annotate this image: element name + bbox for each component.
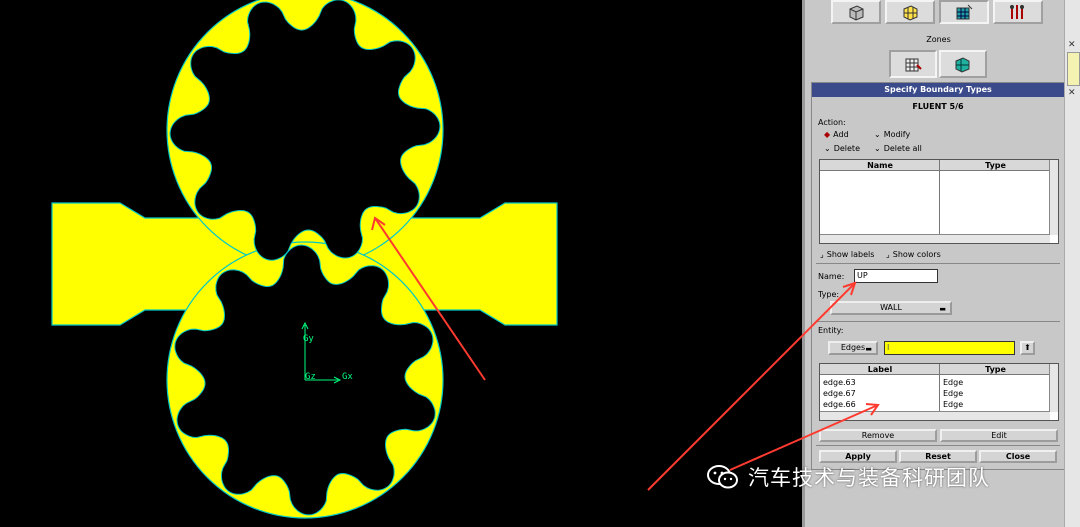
radio-unselected-icon: ⌄ (874, 144, 881, 153)
divider (816, 321, 1060, 322)
axis-label-gy: Gy (303, 334, 314, 344)
dropdown-arrow-icon: ▬ (939, 305, 946, 313)
watermark-text: 汽车技术与装备科研团队 (748, 466, 990, 490)
side-strip: ✕ ✕ (1064, 0, 1080, 527)
tools-button[interactable] (993, 0, 1043, 24)
radio-unselected-icon: ⌄ (824, 144, 831, 153)
cube-icon (849, 5, 864, 21)
specify-boundary-dialog: Specify Boundary Types FLUENT 5/6 Action… (811, 82, 1065, 470)
checkbox-icon: ⌟ (820, 250, 824, 259)
wechat-icon (707, 465, 738, 489)
dropdown-arrow-icon: ▬ (865, 345, 872, 353)
action-modify-radio[interactable]: ⌄ Modify (874, 130, 910, 139)
continuum-cube-icon (955, 57, 970, 73)
specify-continuum-button[interactable] (939, 50, 987, 78)
mesh-button[interactable] (885, 0, 935, 24)
action-delete-all-label: Delete all (883, 144, 922, 153)
zones-label: Zones (926, 35, 951, 44)
column-header-label: Label (820, 364, 940, 375)
show-labels-label: Show labels (826, 250, 875, 259)
show-colors-checkbox[interactable]: ⌟ Show colors (886, 250, 941, 259)
control-panel: Zones Specify Boundary Types FLUENT 5/6 … (802, 0, 1072, 527)
radio-unselected-icon: ⌄ (874, 130, 881, 139)
zones-button[interactable] (939, 0, 989, 24)
checkbox-icon: ⌟ (886, 250, 890, 259)
zones-toolbar (889, 50, 987, 78)
boundary-grid-icon (905, 58, 922, 72)
show-labels-checkbox[interactable]: ⌟ Show labels (820, 250, 874, 259)
specify-boundary-button[interactable] (889, 50, 937, 78)
entity-label: Entity: (818, 326, 844, 335)
row-type: Edge (943, 400, 964, 409)
up-arrow-icon: ⬆ (1024, 343, 1031, 352)
axis-label-gx: Gx (342, 372, 353, 382)
mesh-cube-icon (903, 5, 918, 21)
row-type: Edge (943, 378, 964, 387)
action-modify-label: Modify (883, 130, 911, 139)
action-delete-radio[interactable]: ⌄ Delete (824, 144, 860, 153)
zone-icon (956, 4, 973, 20)
entity-pick-field[interactable]: I (884, 341, 1015, 355)
entity-up-button[interactable]: ⬆ (1020, 341, 1035, 355)
action-add-label: Add (833, 130, 849, 139)
type-dropdown[interactable]: WALL ▬ (830, 301, 952, 315)
entity-list-table[interactable]: Label Type edge.63 Edge edge.67 Edge edg… (819, 363, 1059, 421)
horizontal-scrollbar[interactable] (820, 234, 1050, 243)
close-icon[interactable]: ✕ (1068, 40, 1076, 50)
mesh-geometry (51, 0, 558, 519)
divider (816, 445, 1060, 446)
graphics-canvas[interactable]: Gy Gz Gx (0, 0, 802, 527)
row-label: edge.66 (823, 400, 856, 409)
column-header-type: Type (940, 160, 1051, 171)
entity-dropdown-value: Edges (840, 343, 866, 352)
show-colors-label: Show colors (892, 250, 941, 259)
action-delete-all-radio[interactable]: ⌄ Delete all (874, 144, 922, 153)
row-label: edge.67 (823, 389, 856, 398)
action-add-radio[interactable]: ◆ Add (824, 130, 849, 139)
dialog-title: Specify Boundary Types (812, 83, 1064, 97)
close-button[interactable]: Close (979, 450, 1057, 463)
action-label: Action: (818, 118, 846, 127)
name-input[interactable]: UP (854, 269, 938, 283)
text-cursor-icon: I (887, 343, 890, 352)
remove-button[interactable]: Remove (819, 429, 937, 442)
axis-label-gz: Gz (305, 372, 316, 382)
action-delete-label: Delete (833, 144, 860, 153)
vertical-scrollbar[interactable] (1049, 160, 1058, 235)
operation-toolbar (831, 0, 1043, 24)
edit-button[interactable]: Edit (940, 429, 1058, 442)
row-type: Edge (943, 389, 964, 398)
solver-label: FLUENT 5/6 (912, 102, 964, 111)
type-label: Type: (818, 290, 840, 299)
close-icon[interactable]: ✕ (1068, 88, 1076, 98)
column-header-name: Name (820, 160, 940, 171)
entity-dropdown[interactable]: Edges ▬ (828, 341, 878, 355)
geometry-button[interactable] (831, 0, 881, 24)
row-label: edge.63 (823, 378, 856, 387)
tools-icon (1010, 5, 1024, 19)
vertical-scrollbar[interactable] (1049, 364, 1058, 412)
name-label: Name: (818, 272, 845, 281)
horizontal-scrollbar[interactable] (820, 411, 1050, 420)
column-header-type: Type (940, 364, 1051, 375)
radio-selected-icon: ◆ (824, 130, 831, 139)
boundary-zone-table[interactable]: Name Type (819, 159, 1059, 244)
divider (816, 263, 1060, 264)
type-dropdown-value: WALL (880, 303, 902, 312)
column-divider (939, 160, 940, 243)
side-tab[interactable] (1067, 52, 1080, 86)
watermark: 汽车技术与装备科研团队 (706, 462, 990, 492)
